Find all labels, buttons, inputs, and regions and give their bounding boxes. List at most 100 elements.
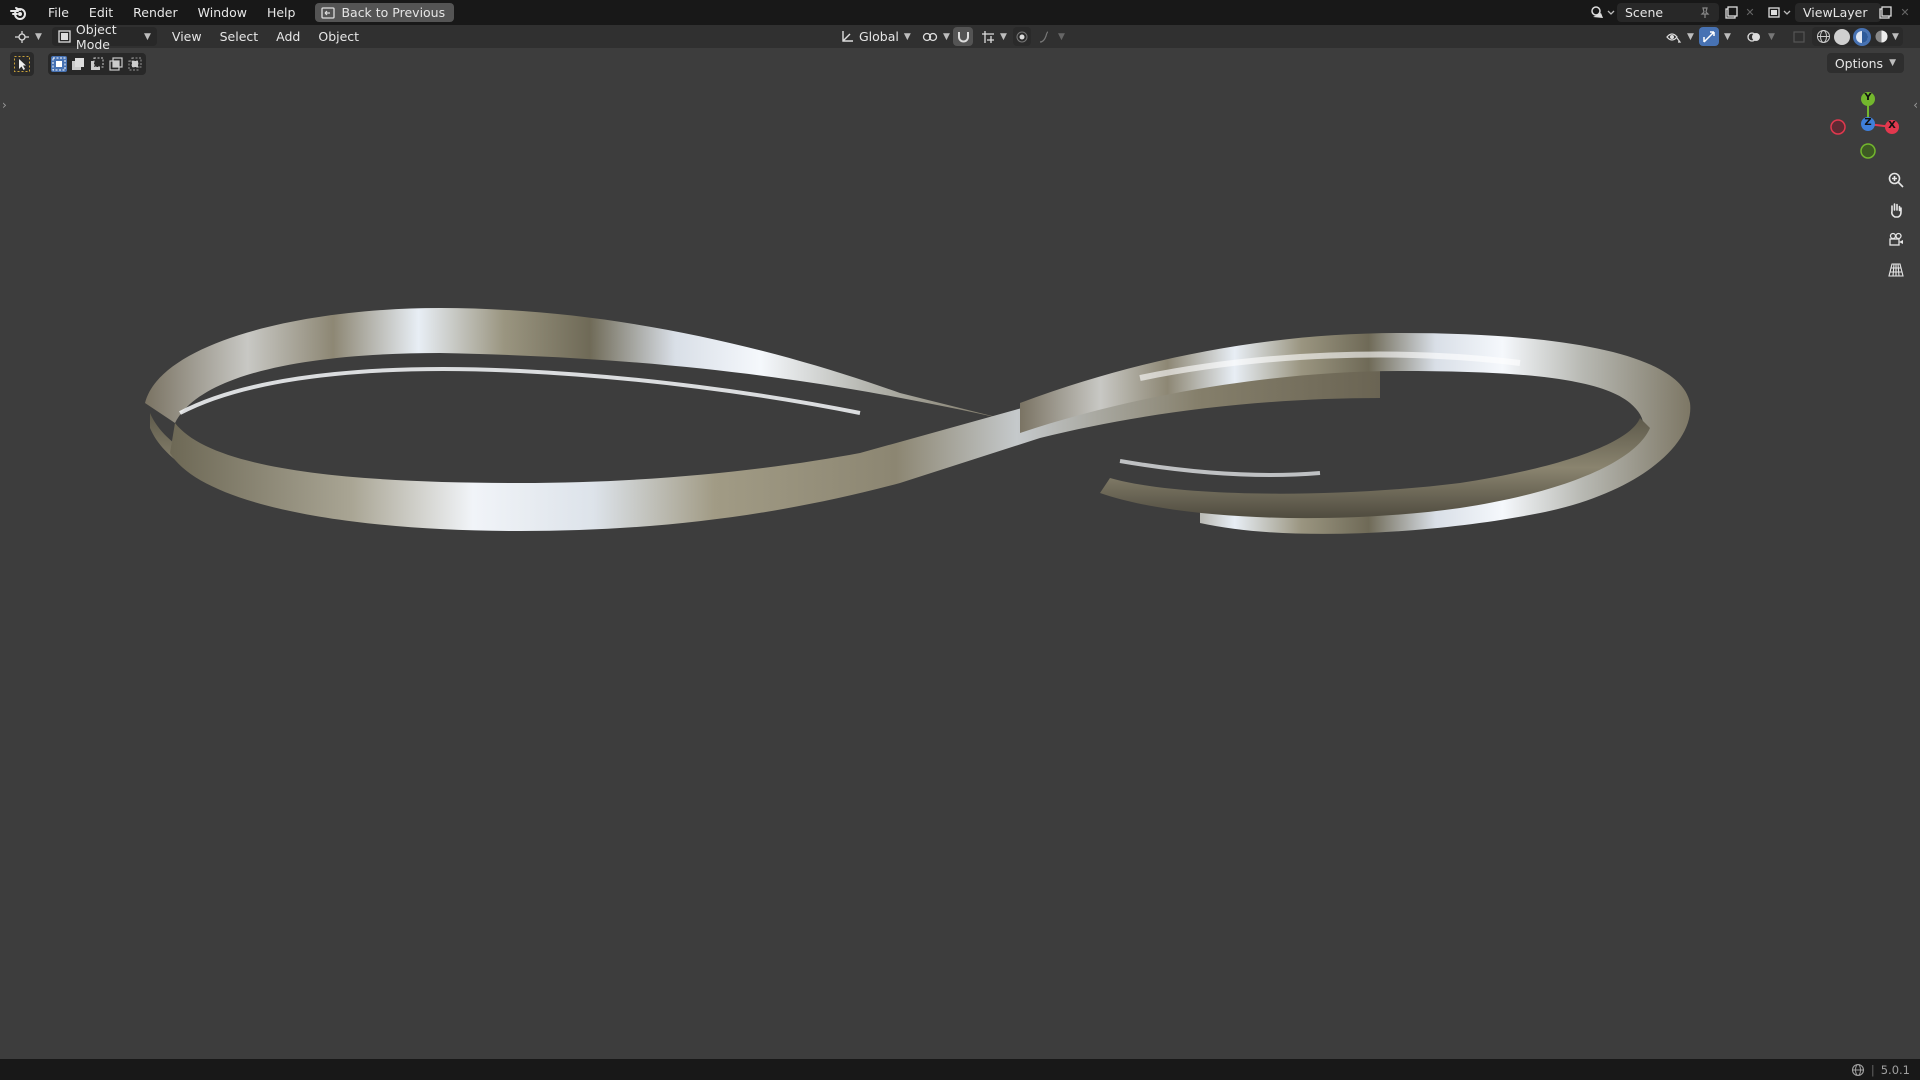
eye-arrow-icon (1666, 30, 1682, 44)
proportional-edit-icon (1016, 31, 1028, 43)
grid-perspective-icon (1888, 262, 1904, 278)
camera-icon (1888, 232, 1904, 248)
xray-toggle[interactable] (1790, 27, 1808, 46)
pivot-point-dropdown[interactable]: ▼ (916, 27, 956, 46)
invert-selection-icon[interactable] (108, 56, 124, 72)
new-scene-icon[interactable] (1722, 4, 1740, 21)
menu-select[interactable]: Select (211, 29, 268, 44)
back-to-previous-label: Back to Previous (341, 5, 446, 20)
navigation-gizmo[interactable]: Y Z X (1822, 84, 1902, 164)
new-viewlayer-icon[interactable] (1876, 4, 1894, 21)
menu-file[interactable]: File (38, 0, 79, 25)
select-tool-button[interactable] (10, 52, 34, 76)
top-bar: File Edit Render Window Help Back to Pre… (0, 0, 1920, 25)
mobius-ring-object[interactable] (140, 253, 1700, 578)
mode-selector[interactable]: Object Mode ▼ (51, 22, 157, 52)
scene-name: Scene (1625, 5, 1664, 20)
chevron-down-icon: ▼ (35, 31, 42, 42)
object-mode-icon (58, 30, 71, 43)
gizmo-y-label: Y (1864, 92, 1872, 103)
gizmo-dropdown[interactable]: ▼ (1720, 27, 1735, 46)
overlays-icon (1747, 30, 1761, 44)
viewlayer-selector[interactable]: ViewLayer (1795, 3, 1881, 22)
falloff-dropdown[interactable]: ▼ (1033, 27, 1071, 46)
options-label: Options (1834, 55, 1884, 71)
options-dropdown[interactable]: Options ▼ (1826, 53, 1904, 73)
solid-shading-icon[interactable] (1834, 28, 1850, 45)
delete-viewlayer-icon[interactable]: ✕ (1898, 4, 1912, 21)
rendered-shading-icon[interactable] (1874, 29, 1889, 44)
camera-view-button[interactable] (1883, 227, 1909, 253)
viewlayer-browse-icon[interactable] (1766, 4, 1794, 21)
cursor-box-icon (13, 55, 31, 73)
menu-view[interactable]: View (163, 29, 211, 44)
shading-mode-group: ▼ (1812, 27, 1903, 46)
menu-help[interactable]: Help (257, 0, 306, 25)
menu-add[interactable]: Add (267, 29, 309, 44)
viewport-header: ▼ Object Mode ▼ View Select Add Object G… (0, 22, 1920, 52)
transform-orientation-dropdown[interactable]: Global ▼ (834, 27, 917, 46)
snap-toggle[interactable] (953, 27, 973, 46)
viewlayer-name: ViewLayer (1803, 5, 1868, 20)
editor-type-button[interactable]: ▼ (8, 27, 48, 46)
snap-target-dropdown[interactable]: ▼ (975, 27, 1013, 46)
magnet-icon (957, 30, 970, 43)
pin-icon[interactable] (1699, 6, 1711, 19)
3d-viewport-icon (14, 30, 30, 44)
overlays-dropdown[interactable]: ▼ (1764, 27, 1779, 46)
orientation-label: Global (859, 29, 899, 44)
back-screen-icon (321, 6, 336, 19)
gizmo-z-label: Z (1864, 117, 1872, 128)
material-preview-shading-icon[interactable] (1853, 27, 1871, 46)
delete-scene-icon[interactable]: ✕ (1743, 4, 1757, 21)
xray-icon (1793, 30, 1805, 43)
blender-logo-icon[interactable] (0, 0, 38, 25)
snap-grid-icon (981, 30, 995, 44)
set-new-selection-icon[interactable] (51, 56, 67, 72)
scene-browse-icon[interactable] (1589, 4, 1617, 21)
sidebar-expand-icon[interactable]: ‹ (1913, 98, 1918, 112)
hand-icon (1888, 202, 1904, 218)
version-label: 5.0.1 (1880, 1062, 1910, 1077)
visibility-dropdown[interactable]: ▼ (1660, 27, 1700, 46)
pan-button[interactable] (1883, 197, 1909, 223)
orientation-axes-icon (840, 30, 854, 44)
zoom-button[interactable] (1883, 167, 1909, 193)
wireframe-shading-icon[interactable] (1816, 29, 1831, 44)
gizmo-icon (1702, 30, 1716, 44)
pivot-icon (922, 30, 938, 44)
back-to-previous-button[interactable]: Back to Previous (315, 3, 455, 22)
falloff-curve-icon (1039, 30, 1053, 43)
zoom-magnifier-icon (1888, 172, 1904, 188)
chevron-down-icon: ▼ (1724, 31, 1731, 42)
3d-viewport[interactable]: Options ▼ › ‹ Y Z X (0, 48, 1920, 1059)
chevron-down-icon: ▼ (1768, 31, 1775, 42)
chevron-down-icon: ▼ (1000, 31, 1007, 42)
perspective-toggle-button[interactable] (1883, 257, 1909, 283)
toolbar-expand-icon[interactable]: › (2, 98, 7, 112)
menu-window[interactable]: Window (188, 0, 257, 25)
chevron-down-icon: ▼ (943, 31, 950, 42)
mode-label: Object Mode (75, 21, 117, 52)
intersect-selection-icon[interactable] (127, 56, 143, 72)
chevron-down-icon: ▼ (1889, 58, 1896, 68)
chevron-down-icon[interactable]: ▼ (1892, 32, 1899, 42)
extend-selection-icon[interactable] (70, 56, 86, 72)
chevron-down-icon: ▼ (1687, 31, 1694, 42)
gizmo-x-label: X (1888, 120, 1896, 131)
globe-icon (1851, 1063, 1865, 1077)
subtract-selection-icon[interactable] (89, 56, 105, 72)
overlays-toggle[interactable] (1744, 27, 1764, 46)
tool-settings-row (10, 52, 146, 76)
version-info: | 5.0.1 (1851, 1063, 1910, 1077)
main-menu: File Edit Render Window Help Back to Pre… (0, 0, 455, 25)
chevron-down-icon: ▼ (903, 31, 911, 42)
menu-object[interactable]: Object (309, 29, 368, 44)
gizmo-toggle[interactable] (1699, 27, 1719, 46)
chevron-down-icon: ▼ (1058, 31, 1065, 42)
proportional-editing-toggle[interactable] (1013, 27, 1031, 46)
status-bar: | 5.0.1 (0, 1059, 1920, 1080)
selection-mode-group (48, 53, 146, 75)
scene-selector[interactable]: Scene (1617, 3, 1719, 22)
chevron-down-icon: ▼ (144, 31, 151, 42)
